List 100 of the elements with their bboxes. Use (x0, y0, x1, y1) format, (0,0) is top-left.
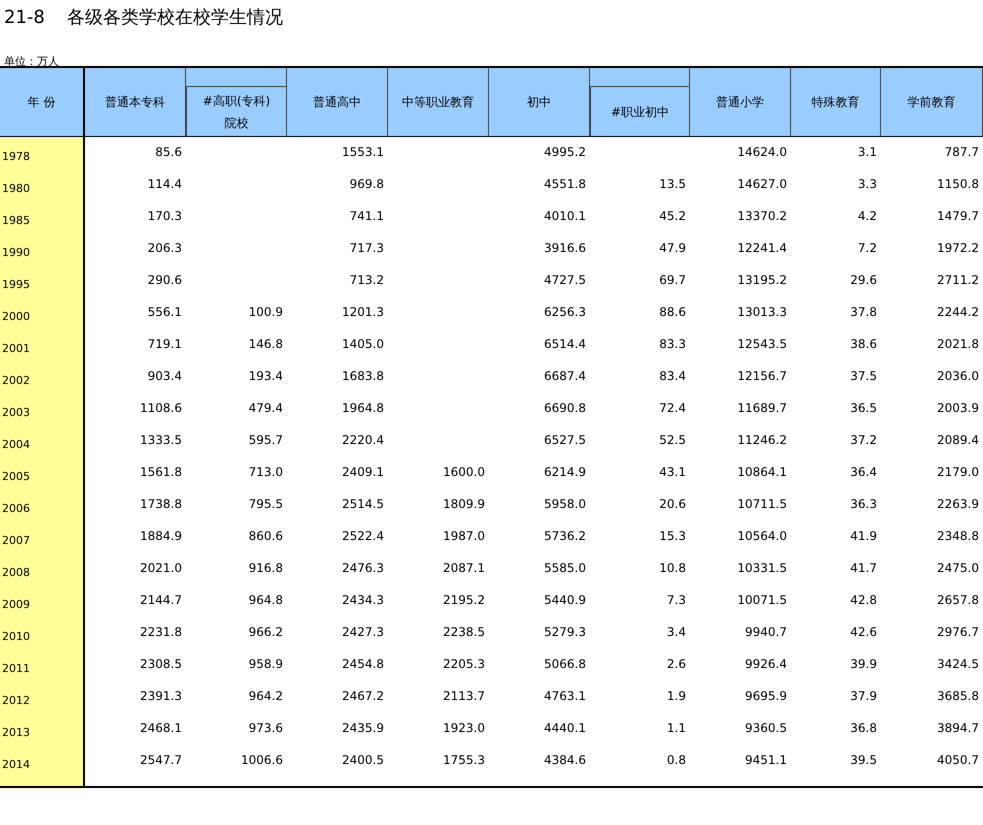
table-cell: 1.9 (666, 689, 686, 703)
column-header: 普通高中 (287, 68, 388, 136)
row-header: 2006 (2, 502, 30, 515)
table-cell: 37.8 (850, 305, 877, 319)
table-cell: 12543.5 (737, 337, 787, 351)
table-cell: 5279.3 (544, 625, 586, 639)
table-cell: 1738.8 (140, 497, 182, 511)
column-header: #高职(专科) 院校 (186, 86, 287, 136)
table-cell: 2195.2 (443, 593, 485, 607)
table-cell: 1923.0 (443, 721, 485, 735)
table-cell: 3424.5 (937, 657, 979, 671)
table-cell: 741.1 (350, 209, 384, 223)
table-cell: 290.6 (148, 273, 182, 287)
table-cell: 83.4 (659, 369, 686, 383)
table-cell: 2003.9 (937, 401, 979, 415)
table-cell: 10071.5 (737, 593, 787, 607)
table-cell: 916.8 (248, 561, 283, 575)
row-header: 2002 (2, 374, 30, 387)
column-header: 普通本专科 (85, 68, 186, 136)
table-cell: 479.4 (248, 401, 283, 415)
row-header: 2009 (2, 598, 30, 611)
table-cell: 69.7 (659, 273, 686, 287)
table-cell: 7.3 (666, 593, 686, 607)
table-cell: 43.1 (659, 465, 686, 479)
table-cell: 10864.1 (737, 465, 787, 479)
table-cell: 4727.5 (544, 273, 586, 287)
table-cell: 2244.2 (937, 305, 979, 319)
table-cell: 1884.9 (140, 529, 182, 543)
table-cell: 3916.6 (544, 241, 586, 255)
table-cell: 4995.2 (544, 145, 586, 159)
table-cell: 964.8 (248, 593, 283, 607)
table-cell: 5066.8 (544, 657, 586, 671)
table-cell: 1553.1 (342, 145, 384, 159)
table-cell: 5585.0 (544, 561, 586, 575)
table-cell: 10711.5 (737, 497, 787, 511)
table-cell: 903.4 (148, 369, 182, 383)
table-cell: 206.3 (148, 241, 182, 255)
table-cell: 36.5 (850, 401, 877, 415)
table-cell: 2308.5 (140, 657, 182, 671)
column-header: 学前教育 (881, 68, 983, 136)
table-cell: 1150.8 (937, 177, 979, 191)
table-cell: 39.5 (850, 753, 877, 767)
table-cell: 1108.6 (140, 401, 182, 415)
table-cell: 114.4 (148, 177, 182, 191)
table-cell: 100.9 (248, 305, 283, 319)
table-cell: 2434.3 (342, 593, 384, 607)
table-cell: 1333.5 (140, 433, 182, 447)
table-cell: 14627.0 (737, 177, 787, 191)
table-cell: 45.2 (659, 209, 686, 223)
row-header: 2014 (2, 758, 30, 771)
table-cell: 964.2 (248, 689, 283, 703)
table-cell: 3.3 (858, 177, 877, 191)
table-cell: 170.3 (148, 209, 182, 223)
table-cell: 595.7 (248, 433, 283, 447)
column-header: 特殊教育 (791, 68, 881, 136)
table-cell: 36.4 (850, 465, 877, 479)
table-cell: 3.1 (858, 145, 877, 159)
table-cell: 4763.1 (544, 689, 586, 703)
table-number: 21-8 (4, 6, 45, 30)
table-cell: 6514.4 (544, 337, 586, 351)
table-cell: 85.6 (155, 145, 182, 159)
table-cell: 2231.8 (140, 625, 182, 639)
column-header: 普通小学 (690, 68, 791, 136)
table-cell: 2427.3 (342, 625, 384, 639)
table-cell: 9360.5 (745, 721, 787, 735)
table-cell: 47.9 (659, 241, 686, 255)
table-cell: 0.8 (666, 753, 686, 767)
table-cell: 2263.9 (937, 497, 979, 511)
table-cell: 2475.0 (937, 561, 979, 575)
table-cell: 5736.2 (544, 529, 586, 543)
table-cell: 2400.5 (342, 753, 384, 767)
table-cell: 4050.7 (937, 753, 979, 767)
table-cell: 41.7 (850, 561, 877, 575)
column-header: 初中 (489, 68, 590, 136)
table-cell: 29.6 (850, 273, 877, 287)
table-cell: 6214.9 (544, 465, 586, 479)
table-cell: 713.2 (350, 273, 384, 287)
column-header: 中等职业教育 (388, 68, 489, 136)
table-cell: 2144.7 (140, 593, 182, 607)
table-cell: 2087.1 (443, 561, 485, 575)
row-header: 1985 (2, 214, 30, 227)
row-header: 2007 (2, 534, 30, 547)
table-cell: 2.6 (666, 657, 686, 671)
table-cell: 2220.4 (342, 433, 384, 447)
table-cell: 2021.8 (937, 337, 979, 351)
table-cell: 787.7 (944, 145, 979, 159)
table-cell: 2179.0 (937, 465, 979, 479)
table-cell: 2476.3 (342, 561, 384, 575)
table-cell: 1.1 (666, 721, 686, 735)
table-cell: 12241.4 (737, 241, 787, 255)
table-cell: 4440.1 (544, 721, 586, 735)
table-cell: 4384.6 (544, 753, 586, 767)
row-header: 2005 (2, 470, 30, 483)
table-cell: 37.2 (850, 433, 877, 447)
row-header: 2013 (2, 726, 30, 739)
table-cell: 9451.1 (745, 753, 787, 767)
table-cell: 42.8 (850, 593, 877, 607)
table-cell: 966.2 (248, 625, 283, 639)
table-cell: 13195.2 (737, 273, 787, 287)
table-cell: 958.9 (248, 657, 283, 671)
